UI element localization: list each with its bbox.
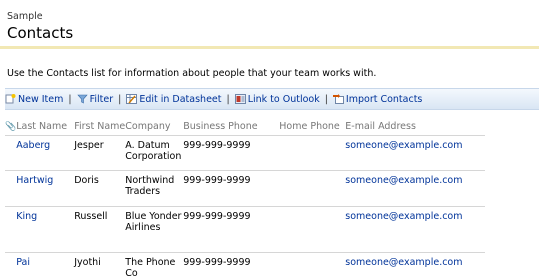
attachment-icon: 📎	[5, 122, 16, 132]
last-name-link[interactable]: Hartwig	[16, 171, 74, 207]
toolbar-separator: |	[68, 94, 71, 105]
company-cell: Northwind Traders	[125, 171, 183, 207]
last-name-link[interactable]: King	[16, 207, 74, 253]
first-name-cell: Doris	[74, 171, 125, 207]
last-name-column-header[interactable]: Last Name	[16, 118, 74, 136]
table-row: King Russell Blue Yonder Airlines 999-99…	[5, 207, 485, 253]
email-link[interactable]: someone@example.com	[345, 136, 485, 171]
new-item-label: New Item	[18, 94, 63, 105]
filter-label: Filter	[90, 94, 114, 105]
business-phone-cell: 999-999-9999	[183, 207, 279, 253]
import-icon	[333, 94, 344, 104]
datasheet-icon	[126, 94, 137, 104]
toolbar: New Item | Filter | Edit in Datasheet | …	[5, 88, 539, 110]
page-title: Contacts	[7, 24, 73, 42]
home-phone-cell	[279, 207, 345, 253]
home-phone-cell	[279, 136, 345, 171]
first-name-cell: Jesper	[74, 136, 125, 171]
company-column-header[interactable]: Company	[125, 118, 183, 136]
company-cell: Blue Yonder Airlines	[125, 207, 183, 253]
list-description: Use the Contacts list for information ab…	[7, 68, 376, 79]
toolbar-separator: |	[325, 94, 328, 105]
link-to-outlook-button[interactable]: Link to Outlook	[235, 94, 320, 105]
first-name-column-header[interactable]: First Name	[74, 118, 125, 136]
import-contacts-label: Import Contacts	[346, 94, 422, 105]
filter-icon	[77, 94, 88, 104]
company-cell: The Phone Co	[125, 253, 183, 279]
last-name-link[interactable]: Pai	[16, 253, 74, 279]
home-phone-cell	[279, 171, 345, 207]
business-phone-column-header[interactable]: Business Phone	[183, 118, 279, 136]
link-to-outlook-label: Link to Outlook	[248, 94, 320, 105]
company-cell: A. Datum Corporation	[125, 136, 183, 171]
edit-in-datasheet-button[interactable]: Edit in Datasheet	[126, 94, 221, 105]
email-link[interactable]: someone@example.com	[345, 207, 485, 253]
email-column-header[interactable]: E-mail Address	[345, 118, 485, 136]
edit-in-datasheet-label: Edit in Datasheet	[139, 94, 221, 105]
table-header-row: 📎 Last Name First Name Company Business …	[5, 118, 485, 136]
table-row: Pai Jyothi The Phone Co 999-999-9999 som…	[5, 253, 485, 279]
email-link[interactable]: someone@example.com	[345, 253, 485, 279]
contacts-table: 📎 Last Name First Name Company Business …	[5, 118, 485, 279]
first-name-cell: Russell	[74, 207, 125, 253]
outlook-icon	[235, 94, 246, 104]
home-phone-column-header[interactable]: Home Phone	[279, 118, 345, 136]
import-contacts-button[interactable]: Import Contacts	[333, 94, 422, 105]
toolbar-separator: |	[118, 94, 121, 105]
business-phone-cell: 999-999-9999	[183, 171, 279, 207]
new-item-button[interactable]: New Item	[5, 94, 63, 105]
table-row: Hartwig Doris Northwind Traders 999-999-…	[5, 171, 485, 207]
toolbar-separator: |	[226, 94, 229, 105]
filter-button[interactable]: Filter	[77, 94, 114, 105]
last-name-link[interactable]: Aaberg	[16, 136, 74, 171]
email-link[interactable]: someone@example.com	[345, 171, 485, 207]
site-name: Sample	[7, 11, 43, 22]
table-row: Aaberg Jesper A. Datum Corporation 999-9…	[5, 136, 485, 171]
new-item-icon	[5, 94, 16, 104]
home-phone-cell	[279, 253, 345, 279]
first-name-cell: Jyothi	[74, 253, 125, 279]
business-phone-cell: 999-999-9999	[183, 253, 279, 279]
title-rule	[0, 46, 539, 49]
business-phone-cell: 999-999-9999	[183, 136, 279, 171]
attachment-column-header[interactable]: 📎	[5, 118, 16, 136]
